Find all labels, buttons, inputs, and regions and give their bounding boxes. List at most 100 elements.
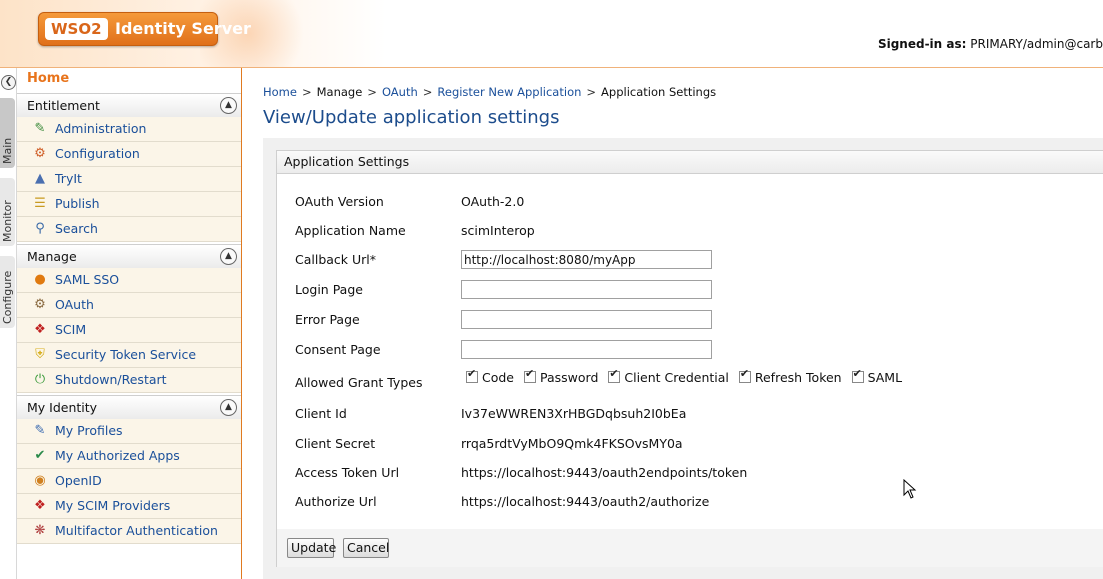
menu-item-my-scim-providers[interactable]: ❖ My SCIM Providers (17, 494, 241, 519)
breadcrumb-register-new-application[interactable]: Register New Application (437, 85, 581, 99)
menu-item-publish[interactable]: ☰ Publish (17, 192, 241, 217)
checkbox-checked-icon[interactable] (466, 367, 478, 383)
chevron-up-icon[interactable]: ▲ (220, 97, 237, 114)
signed-in-label: Signed-in as: (877, 37, 967, 51)
multifactor-icon: ❋ (34, 523, 46, 538)
menu-item-label: Search (55, 221, 98, 236)
publish-icon: ☰ (34, 196, 46, 211)
collapse-menu-icon[interactable]: ❮ (1, 75, 16, 90)
client-secret-label: Client Secret (295, 436, 376, 451)
menu-item-shutdown-restart[interactable]: ⏻ Shutdown/Restart (17, 368, 241, 393)
menu-item-administration[interactable]: ✎ Administration (17, 117, 241, 142)
menu-item-scim[interactable]: ❖ SCIM (17, 318, 241, 343)
menu-item-label: My SCIM Providers (55, 498, 171, 513)
breadcrumb-oauth[interactable]: OAuth (382, 85, 418, 99)
vertical-tab-strip: ❮ Main Monitor Configure (0, 68, 17, 579)
breadcrumb-home[interactable]: Home (263, 85, 297, 99)
tab-configure-label: Configure (1, 270, 14, 324)
breadcrumb-separator: > (367, 85, 377, 99)
chevron-up-icon[interactable]: ▲ (220, 399, 237, 416)
login-page-input[interactable] (461, 280, 712, 299)
breadcrumb-separator: > (301, 85, 312, 99)
callback-url-label: Callback Url* (295, 252, 377, 267)
menu-home-link[interactable]: Home (27, 71, 69, 86)
scim-icon: ❖ (34, 322, 46, 337)
menu-item-label: My Authorized Apps (55, 448, 180, 463)
client-secret-value: rrqa5rdtVyMbO9Qmk4FKSOvsMY0a (461, 436, 683, 451)
menu-item-my-authorized-apps[interactable]: ✔ My Authorized Apps (17, 444, 241, 469)
tab-monitor[interactable]: Monitor (0, 178, 15, 246)
breadcrumb-current: Application Settings (601, 85, 717, 99)
grant-client-credential[interactable]: Client Credential (608, 367, 729, 385)
grant-refresh-token[interactable]: Refresh Token (738, 367, 842, 385)
cancel-button[interactable]: Cancel (343, 538, 389, 558)
breadcrumb-manage: Manage (316, 85, 363, 99)
breadcrumb-separator: > (586, 85, 597, 99)
chevron-up-icon[interactable]: ▲ (220, 248, 237, 265)
grant-password[interactable]: Password (524, 367, 599, 385)
menu-item-label: TryIt (55, 171, 82, 186)
menu-item-my-profiles[interactable]: ✎ My Profiles (17, 419, 241, 444)
power-icon: ⏻ (34, 372, 46, 387)
menu-item-label: Configuration (55, 146, 140, 161)
menu-item-saml-sso[interactable]: ● SAML SSO (17, 268, 241, 293)
panel-header: Application Settings (277, 151, 1103, 174)
section-entitlement[interactable]: Entitlement ▲ (17, 93, 241, 118)
section-title: Manage (27, 249, 77, 264)
menu-item-openid[interactable]: ◉ OpenID (17, 469, 241, 494)
checkbox-checked-icon[interactable] (608, 367, 621, 383)
menu-item-label: SCIM (55, 322, 87, 337)
grant-saml[interactable]: SAML (851, 367, 902, 385)
oauth-version-value: OAuth-2.0 (461, 194, 525, 209)
tab-configure[interactable]: Configure (0, 256, 15, 328)
openid-icon: ◉ (34, 473, 46, 488)
access-token-url-label: Access Token Url (295, 465, 400, 480)
application-name-label: Application Name (295, 223, 406, 238)
section-manage[interactable]: Manage ▲ (17, 244, 241, 269)
signed-in-user: PRIMARY/admin@carb (970, 37, 1103, 51)
grant-types-group: Code Password Client Credential Refresh … (466, 367, 908, 385)
authorize-url-value: https://localhost:9443/oauth2/authorize (461, 494, 710, 509)
tab-main-label: Main (1, 137, 14, 164)
menu-item-security-token-service[interactable]: ⛨ Security Token Service (17, 343, 241, 368)
menu-item-configuration[interactable]: ⚙ Configuration (17, 142, 241, 167)
section-title: Entitlement (27, 98, 100, 113)
form-actions: Update Cancel (276, 529, 1103, 567)
checkbox-checked-icon[interactable] (524, 367, 536, 383)
application-name-value: scimInterop (461, 223, 535, 238)
menu-item-tryit[interactable]: ▲ TryIt (17, 167, 241, 192)
section-title: My Identity (27, 400, 98, 415)
breadcrumb-separator: > (422, 85, 433, 99)
administration-icon: ✎ (34, 121, 46, 136)
logo-prefix: WSO2 (45, 18, 108, 40)
menu-item-oauth[interactable]: ⚙ OAuth (17, 293, 241, 318)
error-page-input[interactable] (461, 310, 712, 329)
consent-page-input[interactable] (461, 340, 712, 359)
menu-item-search[interactable]: ⚲ Search (17, 217, 241, 242)
menu-item-label: Administration (55, 121, 147, 136)
oauth-version-label: OAuth Version (295, 194, 384, 209)
menu-item-multifactor-authentication[interactable]: ❋ Multifactor Authentication (17, 519, 241, 544)
checkbox-checked-icon[interactable] (738, 367, 751, 383)
wso2-logo[interactable]: WSO2 Identity Server (38, 12, 251, 46)
mouse-cursor-icon (903, 479, 917, 499)
tab-main[interactable]: Main (0, 98, 15, 168)
authorize-url-label: Authorize Url (295, 494, 377, 509)
error-page-label: Error Page (295, 312, 360, 327)
client-id-label: Client Id (295, 406, 347, 421)
menu-item-label: Security Token Service (55, 347, 197, 362)
menu-item-label: My Profiles (55, 423, 123, 438)
grant-code[interactable]: Code (466, 367, 514, 385)
shield-icon: ⛨ (35, 347, 45, 362)
logo-text: Identity Server (115, 19, 251, 38)
update-button[interactable]: Update (287, 538, 336, 558)
header-bar: WSO2 Identity Server Signed-in as: PRIMA… (0, 0, 1103, 68)
section-my-identity[interactable]: My Identity ▲ (17, 395, 241, 420)
grant-password-label: Password (540, 370, 599, 385)
callback-url-input[interactable] (461, 250, 712, 269)
checkbox-checked-icon[interactable] (851, 367, 864, 383)
authorized-apps-icon: ✔ (34, 448, 46, 463)
profile-edit-icon: ✎ (34, 423, 46, 438)
tryit-icon: ▲ (35, 171, 45, 186)
oauth-icon: ⚙ (34, 297, 46, 312)
